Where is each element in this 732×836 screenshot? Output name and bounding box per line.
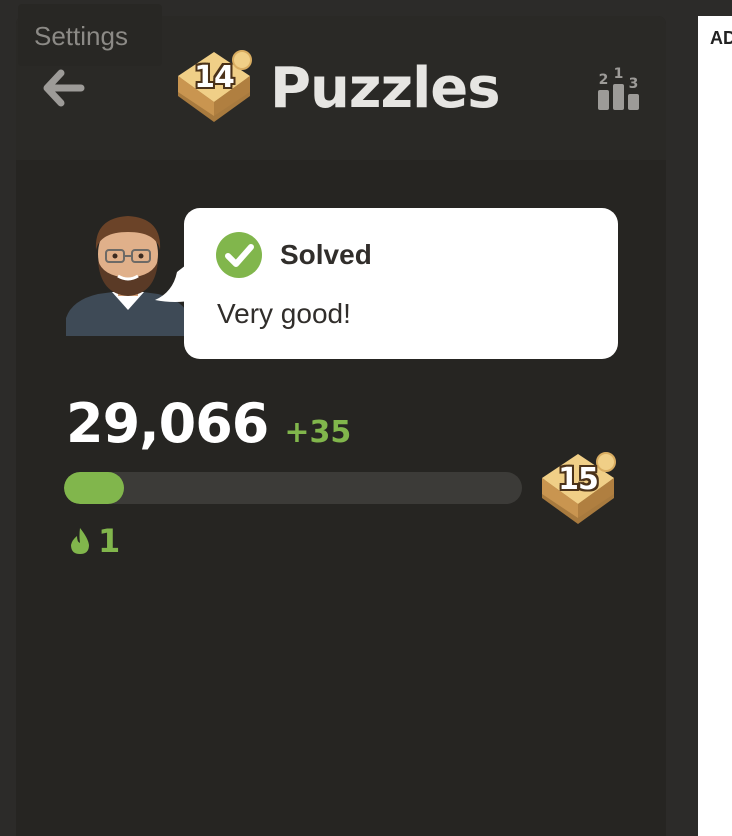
page-title: Puzzles	[270, 55, 501, 121]
leaderboard-podium-icon: 2 1 3	[598, 66, 639, 110]
puzzles-panel: 14 Puzzles 2 1 3 Solved Very good! 29,06…	[16, 16, 666, 836]
rating-row: 29,066 +35	[66, 392, 351, 455]
settings-tooltip: Settings	[18, 4, 162, 66]
rating-change: +35	[284, 415, 352, 450]
streak-counter: 1	[68, 522, 120, 560]
title-group: 14 Puzzles	[172, 46, 501, 130]
level-number: 14	[194, 60, 235, 95]
level-progress-fill	[64, 472, 124, 504]
feedback-bubble: Solved Very good!	[184, 208, 618, 359]
arrow-left-icon	[43, 69, 85, 107]
puzzle-rating: 29,066	[66, 392, 269, 455]
level-progress-bar	[64, 472, 522, 504]
svg-text:1: 1	[614, 66, 624, 82]
next-level-number: 15	[558, 462, 599, 497]
streak-count: 1	[98, 522, 121, 560]
back-button[interactable]	[40, 68, 86, 108]
checkmark-circle-icon	[216, 232, 262, 278]
ad-label: AD	[710, 28, 732, 48]
ad-panel: AD	[698, 16, 732, 836]
leaderboard-button[interactable]: 2 1 3	[594, 62, 642, 112]
svg-text:2: 2	[599, 72, 609, 88]
solved-status: Solved	[216, 232, 372, 278]
feedback-message: Very good!	[217, 298, 351, 329]
svg-text:3: 3	[629, 76, 639, 92]
puzzle-level-badge: 14	[172, 46, 256, 130]
solved-label: Solved	[280, 239, 372, 270]
next-level-badge: 15	[536, 448, 620, 532]
flame-icon	[71, 528, 89, 554]
